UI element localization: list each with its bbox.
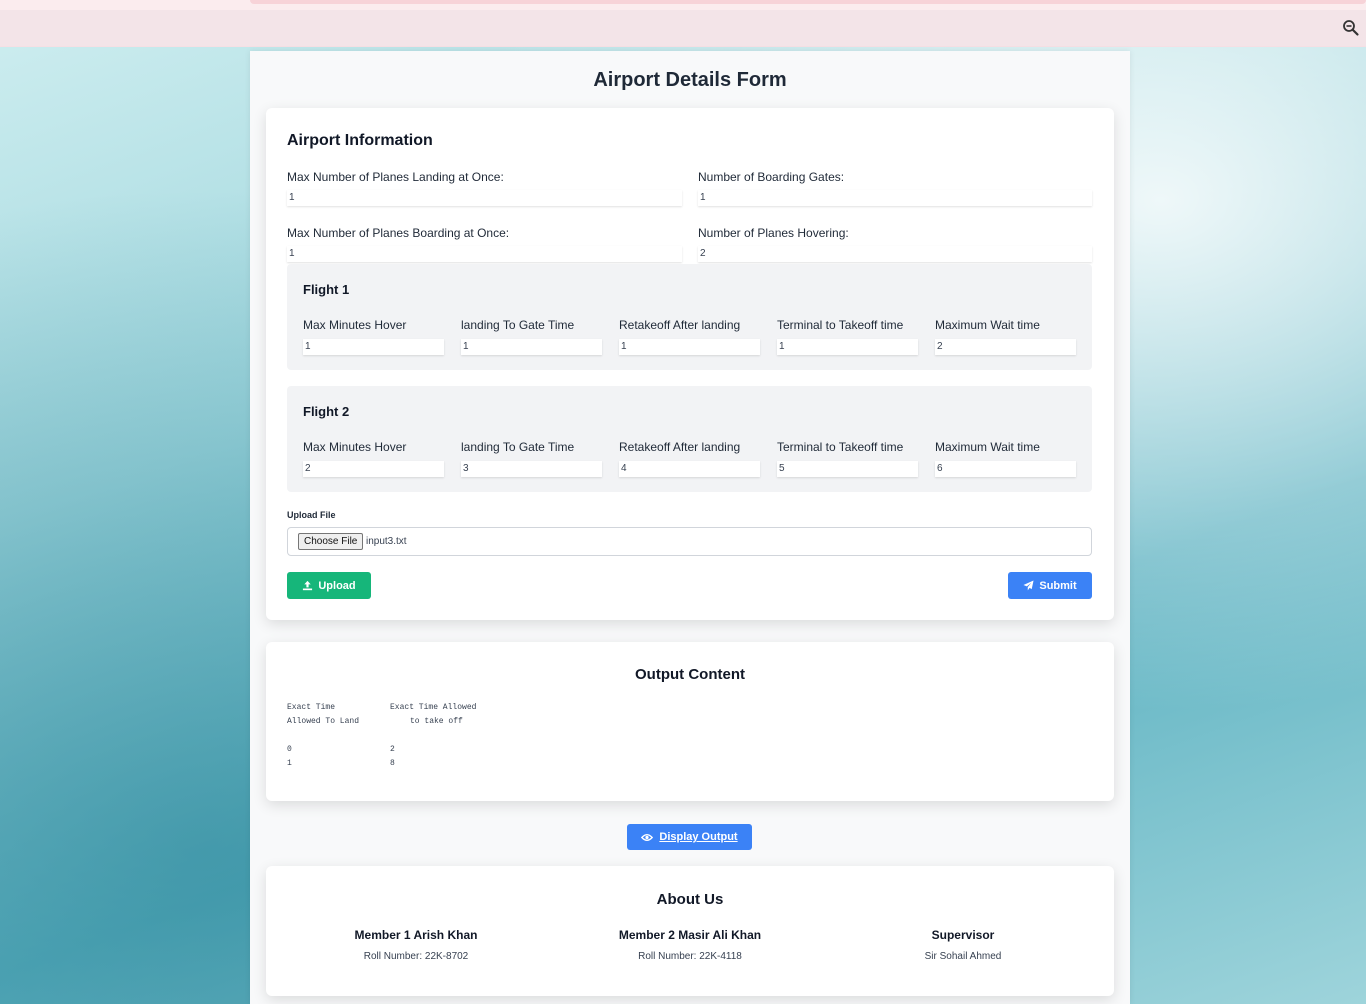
member-info: Sir Sohail Ahmed xyxy=(924,951,1002,962)
flight-1-hover-input[interactable]: 1 xyxy=(303,339,444,355)
display-output-label: Display Output xyxy=(659,831,738,843)
flight-2-gate-input[interactable]: 3 xyxy=(461,461,602,477)
output-header-land-2: Allowed To Land xyxy=(287,717,360,726)
boarding-input[interactable]: 1 xyxy=(287,246,682,262)
submit-button-label: Submit xyxy=(1039,579,1077,592)
flight-2-terminal-label: Terminal to Takeoff time xyxy=(777,440,904,454)
zoom-out-icon[interactable] xyxy=(1342,19,1360,37)
flight-1-terminal-input[interactable]: 1 xyxy=(777,339,918,355)
flight-1-gate-label: landing To Gate Time xyxy=(461,318,575,332)
flight-2-title: Flight 2 xyxy=(303,404,350,419)
paper-plane-icon xyxy=(1023,580,1034,591)
output-title: Output Content xyxy=(635,666,745,683)
member-2: Member 2 Masir Ali Khan Roll Number: 22K… xyxy=(590,928,790,962)
eye-icon xyxy=(641,833,654,841)
member-1: Member 1 Arish Khan Roll Number: 22K-870… xyxy=(316,928,516,962)
airport-form-card: Airport Information Max Number of Planes… xyxy=(266,108,1114,620)
output-card: Output Content Exact Time Allowed To Lan… xyxy=(266,642,1114,801)
member-name: Member 2 Masir Ali Khan xyxy=(618,928,762,942)
flight-2-hover-input[interactable]: 2 xyxy=(303,461,444,477)
submit-button[interactable]: Submit xyxy=(1008,572,1092,599)
flight-2-retakeoff-input[interactable]: 4 xyxy=(619,461,760,477)
output-header-takeoff-1: Exact Time Allowed xyxy=(390,703,477,712)
flight-2-wait-input[interactable]: 6 xyxy=(935,461,1076,477)
member-info: Roll Number: 22K-8702 xyxy=(363,951,469,962)
flight-1-gate-input[interactable]: 1 xyxy=(461,339,602,355)
output-row-land: 0 xyxy=(287,745,292,754)
hovering-label: Number of Planes Hovering: xyxy=(698,226,849,240)
file-input[interactable]: Choose File input3.txt xyxy=(287,527,1092,556)
flight-1-retakeoff-label: Retakeoff After landing xyxy=(619,318,741,332)
flight-1-wait-label: Maximum Wait time xyxy=(935,318,1040,332)
landing-label: Max Number of Planes Landing at Once: xyxy=(287,170,504,184)
airport-info-title: Airport Information xyxy=(287,132,433,149)
flight-1-title: Flight 1 xyxy=(303,282,350,297)
flight-2-hover-label: Max Minutes Hover xyxy=(303,440,407,454)
flight-2-panel: Flight 2 Max Minutes Hover landing To Ga… xyxy=(287,386,1092,492)
display-output-button[interactable]: Display Output xyxy=(627,824,752,850)
output-row-takeoff: 2 xyxy=(390,745,395,754)
output-row-takeoff: 8 xyxy=(390,759,395,768)
flight-2-retakeoff-label: Retakeoff After landing xyxy=(619,440,741,454)
flight-1-wait-input[interactable]: 2 xyxy=(935,339,1076,355)
flight-2-wait-label: Maximum Wait time xyxy=(935,440,1040,454)
flight-1-terminal-label: Terminal to Takeoff time xyxy=(777,318,904,332)
gates-label: Number of Boarding Gates: xyxy=(698,170,845,184)
page-title: Airport Details Form xyxy=(593,69,787,91)
selected-file-name: input3.txt xyxy=(366,536,407,547)
upload-button-label: Upload xyxy=(318,579,356,592)
flight-1-panel: Flight 1 Max Minutes Hover landing To Ga… xyxy=(287,264,1092,370)
upload-button[interactable]: Upload xyxy=(287,572,371,599)
choose-file-button[interactable]: Choose File xyxy=(298,533,364,550)
output-header-takeoff-2: to take off xyxy=(410,717,463,726)
landing-input[interactable]: 1 xyxy=(287,190,682,206)
about-title: About Us xyxy=(656,891,724,908)
tab-highlight xyxy=(250,0,1366,4)
boarding-label: Max Number of Planes Boarding at Once: xyxy=(287,226,510,240)
gates-input[interactable]: 1 xyxy=(698,190,1092,206)
flight-2-gate-label: landing To Gate Time xyxy=(461,440,575,454)
member-info: Roll Number: 22K-4118 xyxy=(638,951,742,962)
member-name: Supervisor xyxy=(931,928,995,942)
page-container: Airport Details Form Airport Information… xyxy=(250,51,1130,1004)
upload-icon xyxy=(303,580,313,591)
supervisor: Supervisor Sir Sohail Ahmed xyxy=(863,928,1063,962)
output-row-land: 1 xyxy=(287,759,292,768)
flight-1-hover-label: Max Minutes Hover xyxy=(303,318,407,332)
member-name: Member 1 Arish Khan xyxy=(354,928,478,942)
about-card: About Us Member 1 Arish Khan Roll Number… xyxy=(266,866,1114,996)
flight-2-terminal-input[interactable]: 5 xyxy=(777,461,918,477)
hovering-input[interactable]: 2 xyxy=(698,246,1092,262)
upload-file-label: Upload File xyxy=(287,510,336,520)
browser-top-strip xyxy=(0,0,1366,10)
output-header-land-1: Exact Time xyxy=(287,703,336,712)
browser-toolbar xyxy=(0,10,1366,47)
flight-1-retakeoff-input[interactable]: 1 xyxy=(619,339,760,355)
